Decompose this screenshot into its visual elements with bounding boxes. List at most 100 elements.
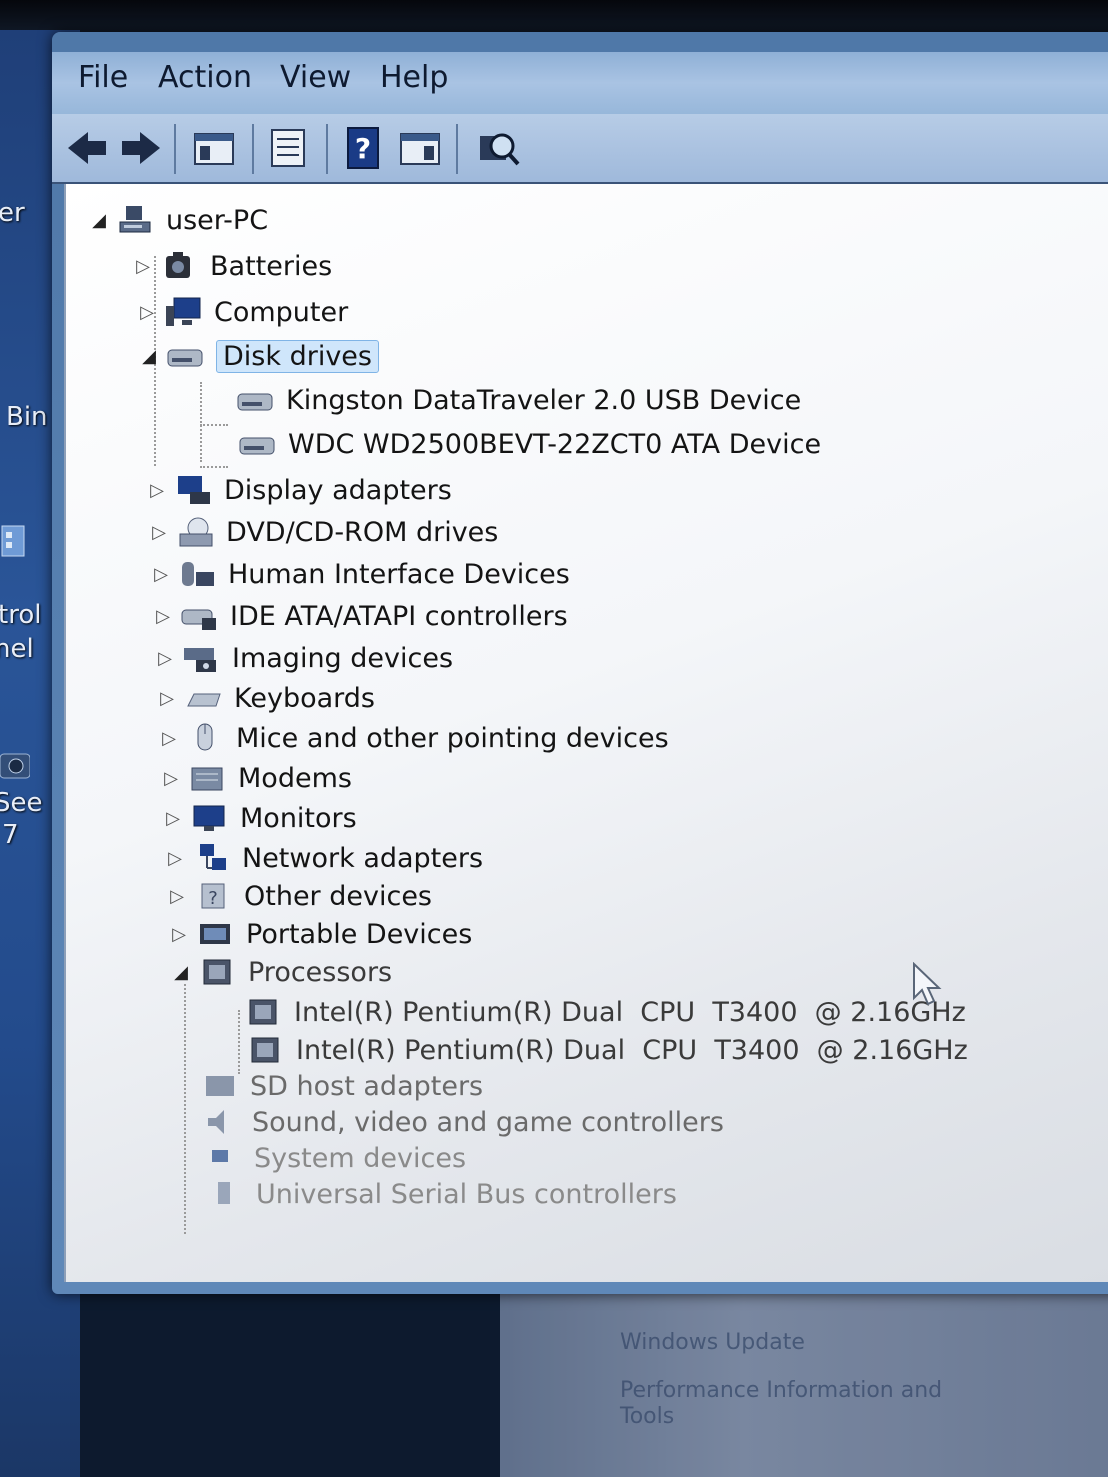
unknown-device-icon: ?	[201, 883, 225, 909]
tree-item-portable-devices[interactable]: ▷ Portable Devices	[168, 914, 472, 954]
display-adapter-icon	[178, 476, 210, 504]
optical-drive-icon	[179, 517, 213, 547]
disk-drive-icon	[167, 349, 203, 367]
background-window: Windows Update Performance Information a…	[500, 1290, 1108, 1477]
expand-arrow-icon[interactable]: ▷	[162, 807, 184, 829]
expand-arrow-icon[interactable]: ▷	[146, 479, 168, 501]
expand-arrow-icon[interactable]: ▷	[164, 847, 186, 869]
tree-guide	[238, 1010, 240, 1074]
tree-item-keyboards[interactable]: ▷ Keyboards	[156, 678, 375, 718]
tree-item-display-adapters[interactable]: ▷ Display adapters	[146, 470, 452, 510]
expand-arrow-icon[interactable]: ▷	[136, 301, 158, 323]
control-panel-icon[interactable]	[0, 520, 30, 564]
tree-item-imaging[interactable]: ▷ Imaging devices	[154, 638, 453, 678]
scan-hardware-icon[interactable]	[476, 126, 520, 170]
scanner-icon	[184, 648, 216, 672]
tree-item-ide[interactable]: ▷ IDE ATA/ATAPI controllers	[152, 596, 568, 636]
camera-icon[interactable]	[0, 740, 31, 784]
tree-item-computer[interactable]: ▷ Computer	[136, 292, 348, 332]
tree-item-network[interactable]: ▷ Network adapters	[164, 838, 483, 878]
sd-adapter-icon	[206, 1076, 234, 1096]
tree-root[interactable]: ◢ user-PC	[88, 200, 268, 240]
mouse-cursor-icon	[913, 962, 942, 1006]
collapse-arrow-icon[interactable]: ◢	[170, 961, 192, 983]
action-pane-icon[interactable]	[398, 126, 442, 170]
expand-arrow-icon[interactable]: ▷	[150, 563, 172, 585]
svg-text:?: ?	[208, 888, 218, 909]
forward-arrow-icon[interactable]	[118, 126, 162, 170]
disk-drive-icon	[237, 393, 273, 411]
help-icon[interactable]: ?	[342, 126, 386, 170]
network-adapter-icon	[200, 844, 226, 870]
portable-device-icon	[200, 924, 230, 944]
tree-device-cpu-0[interactable]: Intel(R) Pentium(R) Dual CPU T3400 @ 2.1…	[244, 992, 966, 1032]
expand-arrow-icon[interactable]: ▷	[154, 647, 176, 669]
toolbar-separator	[174, 124, 176, 174]
expand-arrow-icon[interactable]: ▷	[156, 687, 178, 709]
desktop-label: er	[0, 198, 25, 228]
menu-help[interactable]: Help	[380, 60, 448, 95]
menu-view[interactable]: View	[280, 60, 351, 95]
tree-item-dvd-cdrom[interactable]: ▷ DVD/CD-ROM drives	[148, 512, 498, 552]
computer-icon	[119, 206, 151, 233]
disk-drives-label-selected: Disk drives	[216, 339, 379, 373]
speaker-icon	[208, 1110, 224, 1134]
disk-drive-icon	[239, 437, 275, 455]
toolbar: ?	[52, 114, 1108, 184]
tree-item-modems[interactable]: ▷ Modems	[160, 758, 352, 798]
expand-arrow-icon[interactable]: ▷	[168, 923, 190, 945]
battery-icon	[166, 252, 190, 278]
expand-arrow-icon[interactable]: ▷	[160, 767, 182, 789]
tree-guide	[184, 984, 186, 1234]
tree-item-sound[interactable]: Sound, video and game controllers	[202, 1102, 724, 1142]
toolbar-separator	[252, 124, 254, 174]
collapse-arrow-icon[interactable]: ◢	[138, 345, 160, 367]
tree-item-processors[interactable]: ◢ Processors	[170, 952, 392, 992]
tree-device-wdc[interactable]: WDC WD2500BEVT-22ZCT0 ATA Device	[238, 424, 821, 464]
collapse-arrow-icon[interactable]: ◢	[88, 209, 110, 231]
usb-icon	[218, 1182, 230, 1204]
expand-arrow-icon[interactable]: ▷	[132, 255, 154, 277]
expand-arrow-icon[interactable]: ▷	[152, 605, 174, 627]
properties-icon[interactable]	[266, 126, 310, 170]
tree-item-system-devices[interactable]: System devices	[204, 1138, 466, 1178]
tree-item-other-devices[interactable]: ▷ ? Other devices	[166, 876, 432, 916]
hid-icon	[182, 562, 214, 586]
tree-root-label: user-PC	[166, 204, 269, 236]
modem-icon	[191, 767, 223, 791]
toolbar-separator	[326, 124, 328, 174]
mouse-icon	[197, 723, 213, 751]
menu-action[interactable]: Action	[158, 60, 252, 95]
expand-arrow-icon[interactable]: ▷	[148, 521, 170, 543]
menu-bar: File Action View Help	[52, 52, 1108, 114]
tree-item-mice[interactable]: ▷ Mice and other pointing devices	[158, 718, 669, 758]
desktop-label-recycle-bin[interactable]: Bin	[6, 402, 48, 432]
back-arrow-icon[interactable]	[66, 126, 110, 170]
tree-item-hid[interactable]: ▷ Human Interface Devices	[150, 554, 570, 594]
tree-item-batteries[interactable]: ▷ Batteries	[132, 246, 332, 286]
svg-text:?: ?	[355, 132, 371, 165]
ide-controller-icon	[181, 609, 216, 630]
windows-update-link[interactable]: Windows Update	[620, 1330, 805, 1355]
performance-info-link[interactable]: Performance Information and Tools	[620, 1378, 980, 1430]
show-hide-tree-icon[interactable]	[192, 126, 236, 170]
desktop-label-panel[interactable]: nel	[0, 634, 34, 664]
device-manager-window: File Action View Help ? ◢ user-PC ▷ Batt…	[52, 32, 1108, 1294]
tree-item-disk-drives[interactable]: ◢ Disk drives	[138, 336, 379, 376]
tree-device-kingston[interactable]: Kingston DataTraveler 2.0 USB Device	[236, 380, 801, 420]
desktop-label-7: 7	[2, 820, 19, 850]
tree-guide	[200, 424, 228, 426]
menu-file[interactable]: File	[78, 60, 128, 95]
tree-item-sd-host[interactable]: SD host adapters	[200, 1066, 483, 1106]
desktop-label-control[interactable]: trol	[0, 600, 41, 630]
tree-guide	[200, 466, 228, 468]
tree-device-cpu-1[interactable]: Intel(R) Pentium(R) Dual CPU T3400 @ 2.1…	[246, 1030, 968, 1070]
tree-guide	[200, 382, 202, 462]
expand-arrow-icon[interactable]: ▷	[166, 885, 188, 907]
expand-arrow-icon[interactable]: ▷	[158, 727, 180, 749]
tree-item-monitors[interactable]: ▷ Monitors	[162, 798, 357, 838]
tree-item-usb[interactable]: Universal Serial Bus controllers	[206, 1174, 677, 1214]
processor-icon	[249, 999, 277, 1025]
toolbar-separator	[456, 124, 458, 174]
monitor-icon	[166, 297, 201, 326]
